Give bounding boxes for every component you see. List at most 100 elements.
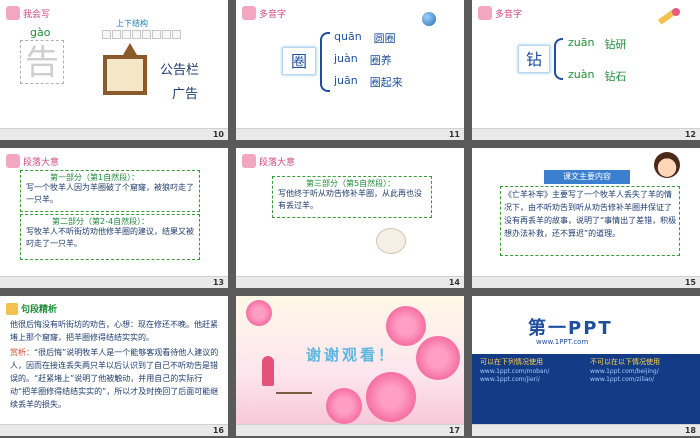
brace-shape — [320, 32, 330, 92]
word: 圈养 — [369, 54, 392, 67]
pencil-icon — [6, 6, 20, 20]
slide-thumbnail-11[interactable]: 多音字 圈 quān 圆圈 juàn 圈养 juān 圈起来 11 — [236, 0, 464, 140]
slide-number: 13 — [212, 278, 224, 287]
stroke-order-strip — [102, 30, 181, 39]
flower-shape — [416, 336, 460, 380]
brace-shape — [554, 38, 563, 80]
pencil-icon — [478, 6, 492, 20]
structure-label: 上下结构 — [116, 19, 148, 28]
right-info-column: 不可以在以下情况使用 www.1ppt.com/beijing/ www.1pp… — [590, 358, 698, 384]
pencil-icon — [6, 154, 20, 168]
slide-header: 多音字 — [478, 6, 522, 20]
slide-footer: 10 — [0, 128, 228, 140]
left-info-column: 可以在下列情况使用 www.1ppt.com/moban/ www.1ppt.c… — [480, 358, 588, 384]
link[interactable]: www.1ppt.com/moban/ — [480, 368, 588, 376]
brand-url: www.1PPT.com — [536, 338, 589, 346]
word-2: 广告 — [172, 87, 199, 102]
sheep-icon — [376, 228, 406, 254]
slide-thumbnail-13[interactable]: 段落大意 第一部分（第1自然段）： 写一个牧羊人因为羊圈破了个窟窿，被狼叼走了一… — [0, 148, 228, 288]
sentence-text: 他很后悔没有听街坊的劝告，心想：现在修还不晚。他赶紧堵上那个窟窿，把羊圈修得结结… — [10, 320, 218, 342]
slide-header: 多音字 — [242, 6, 286, 20]
slide-number: 14 — [448, 278, 460, 287]
analysis-lead: 赏析： — [10, 348, 34, 357]
summary-title: 课文主要内容 — [544, 170, 630, 184]
slide-sorter-grid: 我会写 gào 告 上下结构 公告栏 广告 10 多音字 圈 quān 圆圈 ju… — [0, 0, 700, 438]
slide-footer: 17 — [236, 424, 464, 436]
link[interactable]: www.1ppt.com/ziliao/ — [590, 376, 698, 384]
slide-number: 11 — [448, 130, 460, 139]
slide-thumbnail-16[interactable]: 句段精析 他很后悔没有听街坊的劝告，心想：现在修还不晚。他赶紧堵上那个窟窿，把羊… — [0, 296, 228, 436]
header-text: 段落大意 — [23, 157, 60, 168]
book-icon — [6, 302, 18, 315]
flower-shape — [386, 306, 426, 346]
part3-text: 写他终于听从劝告修补羊圈，从此再也没有丢过羊。 — [278, 189, 422, 210]
slide-number: 18 — [684, 426, 696, 435]
pinyin: juān — [334, 74, 358, 87]
pencil-icon — [242, 154, 256, 168]
slide-footer: 18 — [472, 424, 700, 436]
reading-row: zuān 钻研 — [568, 36, 626, 52]
pinyin: zuān — [568, 36, 595, 49]
part2-text: 写牧羊人不听街坊劝他修羊圈的建议，结果又被叼走了一只羊。 — [26, 227, 194, 248]
flower-shape — [326, 388, 362, 424]
reading-row: zuàn 钻石 — [568, 68, 626, 84]
slide-header: 我会写 — [6, 6, 50, 20]
slide-thumbnail-18[interactable]: 第一PPT www.1PPT.com 可以在下列情况使用 www.1ppt.co… — [472, 296, 700, 436]
pinyin: quān — [334, 30, 362, 43]
thanks-text: 谢谢观看！ — [306, 346, 397, 364]
analysis-body: “很后悔”说明牧羊人是一个能够客观看待他人建议的人，因而在接连丢失两只羊以后认识… — [10, 348, 219, 409]
slide-footer: 15 — [472, 276, 700, 288]
slide-thumbnail-17[interactable]: 谢谢观看！ 17 — [236, 296, 464, 436]
slide-number: 10 — [212, 130, 224, 139]
pinyin: juàn — [334, 52, 358, 65]
header-text: 句段精析 — [21, 305, 58, 315]
slide-footer: 16 — [0, 424, 228, 436]
left-title: 可以在下列情况使用 — [480, 358, 543, 366]
word: 钻研 — [604, 38, 627, 51]
reading-row: juān 圈起来 — [334, 74, 403, 90]
slide-number: 15 — [684, 278, 696, 287]
reading-row: quān 圆圈 — [334, 30, 396, 46]
word: 钻石 — [604, 70, 627, 83]
header-text: 多音字 — [259, 9, 287, 20]
header-text: 段落大意 — [259, 157, 296, 168]
pencil-icon — [242, 6, 256, 20]
header-text: 我会写 — [23, 9, 51, 20]
slide-thumbnail-14[interactable]: 段落大意 第三部分（第5自然段）： 写他终于听从劝告修补羊圈，从此再也没有丢过羊… — [236, 148, 464, 288]
slide-number: 16 — [212, 426, 224, 435]
polyphone-char: 钻 — [518, 45, 550, 73]
slide-footer: 14 — [236, 276, 464, 288]
large-character: 告 — [20, 40, 64, 84]
analysis-text: 赏析：“很后悔”说明牧羊人是一个能够客观看待他人建议的人，因而在接连丢失两只羊以… — [10, 346, 222, 411]
brand-logo: 第一PPT — [528, 318, 613, 339]
summary-text: 《亡羊补牢》主要写了一个牧羊人丢失了羊的情况下，由不听劝告到听从劝告修补羊圈并保… — [504, 190, 677, 238]
part1-text: 写一个牧羊人因为羊圈破了个窟窿，被狼叼走了一只羊。 — [26, 183, 194, 204]
flower-shape — [246, 300, 272, 326]
slide-header: 段落大意 — [6, 154, 59, 168]
pinyin: gào — [30, 26, 51, 39]
word: 圈起来 — [369, 76, 403, 89]
right-title: 不可以在以下情况使用 — [590, 358, 660, 366]
girl-figure — [262, 356, 274, 386]
link[interactable]: www.1ppt.com/beijing/ — [590, 368, 698, 376]
globe-icon — [422, 12, 436, 26]
word-1: 公告栏 — [160, 63, 200, 78]
slide-thumbnail-15[interactable]: 课文主要内容 《亡羊补牢》主要写了一个牧羊人丢失了羊的情况下，由不听劝告到听从劝… — [472, 148, 700, 288]
reading-row: juàn 圈养 — [334, 52, 392, 68]
slide-thumbnail-10[interactable]: 我会写 gào 告 上下结构 公告栏 广告 10 — [0, 0, 228, 140]
slide-number: 12 — [684, 130, 696, 139]
slide-header: 段落大意 — [242, 154, 295, 168]
slide-footer: 12 — [472, 128, 700, 140]
slide-footer: 13 — [0, 276, 228, 288]
flower-shape — [366, 372, 416, 422]
polyphone-char: 圈 — [282, 47, 316, 75]
pencil-decoration-icon — [657, 8, 680, 25]
link[interactable]: www.1ppt.com/jieri/ — [480, 376, 588, 384]
slide-thumbnail-12[interactable]: 多音字 钻 zuān 钻研 zuàn 钻石 12 — [472, 0, 700, 140]
girl-icon — [654, 152, 680, 178]
pinyin: zuàn — [568, 68, 595, 81]
word: 圆圈 — [373, 32, 396, 45]
bicycle-image — [276, 380, 312, 394]
slide-number: 17 — [448, 426, 460, 435]
slide-header: 句段精析 — [6, 302, 57, 315]
